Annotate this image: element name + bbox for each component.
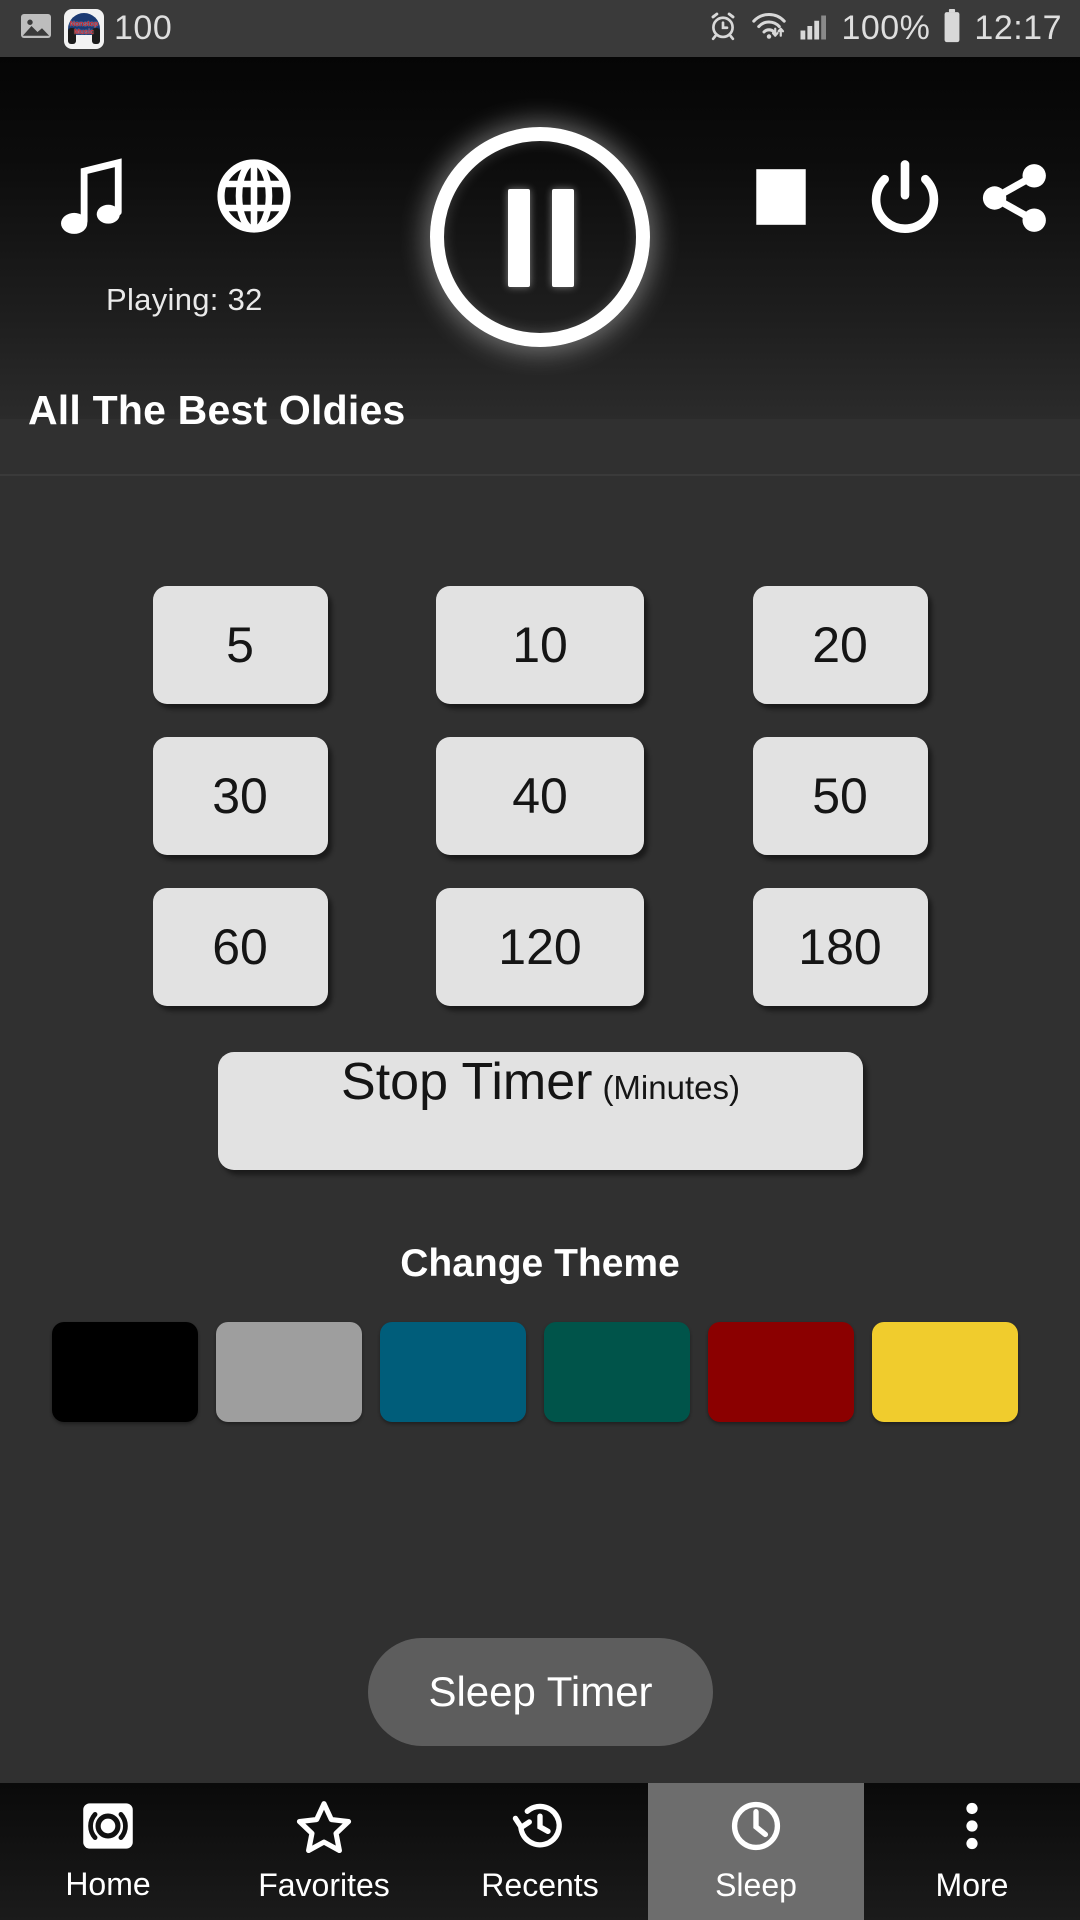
stop-timer-label: Stop Timer [341, 1053, 593, 1111]
nav-label-favorites: Favorites [258, 1867, 390, 1903]
nonstop-music-app-icon: Nonstop Music [64, 8, 104, 49]
radio-icon [80, 1800, 136, 1857]
timer-option-button[interactable]: 5 [152, 586, 328, 704]
timer-option-button[interactable]: 10 [436, 586, 644, 704]
theme-swatch-red[interactable] [708, 1322, 854, 1422]
change-theme-title: Change Theme [400, 1242, 680, 1285]
timer-option-button[interactable]: 180 [752, 888, 928, 1006]
power-icon[interactable] [865, 157, 945, 242]
share-icon[interactable] [975, 159, 1055, 242]
nav-label-sleep: Sleep [715, 1867, 797, 1903]
player-header: Playing: 32 All The Best Oldies [0, 57, 1080, 476]
timer-option-button[interactable]: 20 [752, 586, 928, 704]
timer-option-button[interactable]: 120 [436, 888, 644, 1006]
app-badge-text: Nonstop Music [69, 20, 99, 36]
star-icon [295, 1799, 353, 1858]
stop-timer-button[interactable]: Stop Timer (Minutes) [218, 1052, 863, 1170]
music-note-icon[interactable] [55, 157, 129, 246]
image-icon [18, 8, 54, 49]
signal-icon [799, 11, 829, 46]
theme-swatch-blue[interactable] [380, 1322, 526, 1422]
play-pause-button[interactable] [430, 127, 650, 347]
timer-option-button[interactable]: 50 [752, 737, 928, 855]
nav-label-more: More [935, 1867, 1009, 1903]
battery-percent: 100% [841, 9, 931, 47]
theme-swatch-gray[interactable] [216, 1322, 362, 1422]
pause-bar-right [552, 189, 574, 287]
history-clock-icon [511, 1799, 569, 1858]
theme-swatch-list [52, 1322, 1028, 1422]
nav-item-recents[interactable]: Recents [432, 1783, 648, 1920]
nav-item-home[interactable]: Home [0, 1783, 216, 1920]
nav-label-recents: Recents [481, 1867, 599, 1903]
nav-label-home: Home [65, 1866, 151, 1902]
theme-swatch-yellow[interactable] [872, 1322, 1018, 1422]
player-controls-row [0, 127, 1080, 347]
header-divider [0, 474, 1080, 476]
station-title: All The Best Oldies [28, 387, 406, 433]
bottom-navigation-bar: Home Favorites Recents Sleep More [0, 1783, 1080, 1920]
clock-time: 12:17 [974, 9, 1062, 47]
nav-item-sleep[interactable]: Sleep [648, 1783, 864, 1920]
timer-option-button[interactable]: 30 [152, 737, 328, 855]
timer-option-button[interactable]: 60 [152, 888, 328, 1006]
status-bar: Nonstop Music 100 100% 12:17 [0, 0, 1080, 57]
stop-square-icon[interactable] [750, 163, 812, 236]
status-bar-right: 100% 12:17 [707, 9, 1062, 48]
status-bar-left: Nonstop Music 100 [18, 8, 172, 49]
sleep-timer-pill-button[interactable]: Sleep Timer [368, 1638, 713, 1746]
stop-timer-unit: (Minutes) [602, 1069, 740, 1106]
sleep-timer-options-grid: 5 10 20 30 40 50 60 120 180 [0, 586, 1080, 1006]
timer-option-button[interactable]: 40 [436, 737, 644, 855]
globe-icon[interactable] [215, 157, 293, 240]
pause-bar-left [508, 189, 530, 287]
play-pause-ring [430, 127, 650, 347]
playing-count-label: Playing: 32 [106, 282, 263, 317]
theme-swatch-green[interactable] [544, 1322, 690, 1422]
wifi-icon [751, 10, 787, 47]
alarm-icon [707, 10, 739, 47]
nav-item-more[interactable]: More [864, 1783, 1080, 1920]
clock-icon [727, 1799, 785, 1858]
nav-item-favorites[interactable]: Favorites [216, 1783, 432, 1920]
overflow-menu-icon [959, 1799, 985, 1858]
theme-swatch-black[interactable] [52, 1322, 198, 1422]
notification-count: 100 [114, 9, 173, 47]
battery-icon [942, 9, 962, 48]
